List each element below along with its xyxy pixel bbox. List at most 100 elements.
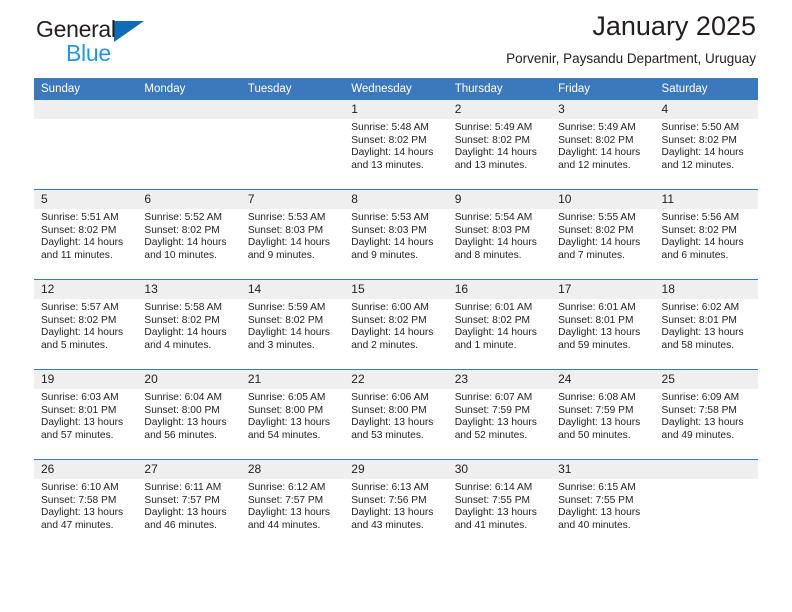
day-number: 7 bbox=[240, 190, 345, 209]
day-number: 1 bbox=[344, 100, 448, 119]
sunset-text: Sunset: 8:01 PM bbox=[558, 314, 634, 326]
calendar-day-cell[interactable]: 31 Sunrise: 6:15 AM Sunset: 7:55 PM Dayligh… bbox=[551, 459, 655, 549]
calendar-day-cell[interactable]: 5 Sunrise: 5:51 AM Sunset: 8:02 PM Daylight… bbox=[34, 189, 138, 280]
daylight-text: Daylight: 14 hours and 6 minutes. bbox=[661, 237, 744, 261]
day-number: 12 bbox=[34, 280, 138, 299]
calendar-day-cell[interactable]: 18 Sunrise: 6:02 AM Sunset: 8:01 PM Dayligh… bbox=[654, 279, 758, 370]
calendar-day-cell[interactable]: 13 Sunrise: 5:58 AM Sunset: 8:02 PM Dayligh… bbox=[137, 279, 241, 370]
day-number: 20 bbox=[137, 370, 241, 389]
day-sun-info: Sunrise: 5:49 AM Sunset: 8:02 PM Daylight:… bbox=[448, 119, 551, 172]
calendar-day-cell[interactable]: 16 Sunrise: 6:01 AM Sunset: 8:02 PM Dayligh… bbox=[447, 279, 552, 370]
sunset-text: Sunset: 8:03 PM bbox=[454, 224, 531, 236]
daylight-text: Daylight: 13 hours and 59 minutes. bbox=[558, 327, 641, 351]
sunrise-text: Sunrise: 6:02 AM bbox=[661, 302, 740, 313]
calendar-day-cell[interactable]: 23 Sunrise: 6:07 AM Sunset: 7:59 PM Dayligh… bbox=[447, 369, 552, 460]
day-number: 2 bbox=[447, 100, 552, 119]
sunrise-text: Sunrise: 5:49 AM bbox=[454, 122, 533, 133]
calendar-day-cell[interactable]: 25 Sunrise: 6:09 AM Sunset: 7:58 PM Dayligh… bbox=[654, 369, 758, 460]
day-number: 28 bbox=[240, 460, 345, 479]
day-sun-info: Sunrise: 5:48 AM Sunset: 8:02 PM Daylight:… bbox=[344, 119, 447, 172]
calendar-day-cell[interactable]: 7 Sunrise: 5:53 AM Sunset: 8:03 PM Daylight… bbox=[240, 189, 345, 280]
calendar-day-cell[interactable]: 10 Sunrise: 5:55 AM Sunset: 8:02 PM Dayligh… bbox=[551, 189, 655, 280]
day-number: 25 bbox=[654, 370, 758, 389]
daylight-text: Daylight: 14 hours and 13 minutes. bbox=[351, 147, 434, 171]
sunset-text: Sunset: 7:55 PM bbox=[558, 494, 634, 506]
day-sun-info: Sunrise: 6:09 AM Sunset: 7:58 PM Daylight:… bbox=[655, 389, 758, 442]
daylight-text: Daylight: 13 hours and 41 minutes. bbox=[454, 507, 537, 531]
weekday-header-wednesday: Wednesday bbox=[344, 78, 448, 100]
sunrise-text: Sunrise: 6:03 AM bbox=[41, 392, 119, 403]
daylight-text: Daylight: 14 hours and 12 minutes. bbox=[558, 147, 641, 171]
calendar-day-cell[interactable]: 17 Sunrise: 6:01 AM Sunset: 8:01 PM Dayligh… bbox=[551, 279, 655, 370]
calendar-day-cell[interactable]: 1 Sunrise: 5:48 AM Sunset: 8:02 PM Daylight… bbox=[344, 100, 448, 190]
daylight-text: Daylight: 14 hours and 11 minutes. bbox=[41, 237, 124, 261]
sunset-text: Sunset: 7:57 PM bbox=[144, 494, 220, 506]
sunset-text: Sunset: 8:02 PM bbox=[454, 314, 531, 326]
weekday-header-monday: Monday bbox=[137, 78, 241, 100]
sunset-text: Sunset: 8:02 PM bbox=[351, 314, 427, 326]
sunset-text: Sunset: 8:02 PM bbox=[144, 224, 220, 236]
calendar-day-cell[interactable]: 30 Sunrise: 6:14 AM Sunset: 7:55 PM Dayligh… bbox=[447, 459, 552, 549]
weekday-header-sunday: Sunday bbox=[34, 78, 138, 100]
day-number bbox=[34, 100, 138, 119]
day-number: 15 bbox=[344, 280, 448, 299]
calendar-day-cell[interactable]: 21 Sunrise: 6:05 AM Sunset: 8:00 PM Dayligh… bbox=[240, 369, 345, 460]
calendar-day-cell[interactable]: 14 Sunrise: 5:59 AM Sunset: 8:02 PM Dayligh… bbox=[240, 279, 345, 370]
calendar-day-cell[interactable]: 19 Sunrise: 6:03 AM Sunset: 8:01 PM Dayligh… bbox=[34, 369, 138, 460]
day-number: 31 bbox=[551, 460, 655, 479]
day-number: 6 bbox=[137, 190, 241, 209]
sunrise-text: Sunrise: 6:05 AM bbox=[247, 392, 326, 403]
daylight-text: Daylight: 13 hours and 57 minutes. bbox=[41, 417, 124, 441]
day-sun-info: Sunrise: 5:50 AM Sunset: 8:02 PM Daylight:… bbox=[655, 119, 758, 172]
sunrise-text: Sunrise: 5:56 AM bbox=[661, 212, 740, 223]
calendar-day-cell[interactable]: 11 Sunrise: 5:56 AM Sunset: 8:02 PM Dayligh… bbox=[654, 189, 758, 280]
daylight-text: Daylight: 13 hours and 44 minutes. bbox=[247, 507, 330, 531]
calendar-day-cell[interactable]: 2 Sunrise: 5:49 AM Sunset: 8:02 PM Daylight… bbox=[447, 100, 552, 190]
daylight-text: Daylight: 14 hours and 10 minutes. bbox=[144, 237, 227, 261]
calendar-day-cell[interactable]: 9 Sunrise: 5:54 AM Sunset: 8:03 PM Daylight… bbox=[447, 189, 552, 280]
sunset-text: Sunset: 7:57 PM bbox=[247, 494, 324, 506]
day-sun-info: Sunrise: 6:11 AM Sunset: 7:57 PM Daylight:… bbox=[137, 479, 240, 532]
calendar-day-cell[interactable]: 27 Sunrise: 6:11 AM Sunset: 7:57 PM Dayligh… bbox=[137, 459, 241, 549]
day-sun-info: Sunrise: 6:03 AM Sunset: 8:01 PM Daylight:… bbox=[34, 389, 137, 442]
day-number: 5 bbox=[34, 190, 138, 209]
day-sun-info: Sunrise: 5:54 AM Sunset: 8:03 PM Daylight:… bbox=[448, 209, 551, 262]
sunset-text: Sunset: 8:02 PM bbox=[144, 314, 220, 326]
calendar-day-cell[interactable]: 15 Sunrise: 6:00 AM Sunset: 8:02 PM Dayligh… bbox=[344, 279, 448, 370]
sunset-text: Sunset: 8:02 PM bbox=[661, 224, 737, 236]
sunrise-text: Sunrise: 6:04 AM bbox=[144, 392, 223, 403]
day-sun-info: Sunrise: 5:59 AM Sunset: 8:02 PM Daylight:… bbox=[241, 299, 344, 352]
sunrise-text: Sunrise: 5:52 AM bbox=[144, 212, 223, 223]
calendar-day-cell[interactable]: 28 Sunrise: 6:12 AM Sunset: 7:57 PM Dayligh… bbox=[240, 459, 345, 549]
daylight-text: Daylight: 13 hours and 49 minutes. bbox=[661, 417, 744, 441]
sunrise-text: Sunrise: 5:54 AM bbox=[454, 212, 533, 223]
sunrise-text: Sunrise: 6:01 AM bbox=[454, 302, 533, 313]
sunset-text: Sunset: 8:03 PM bbox=[351, 224, 427, 236]
daylight-text: Daylight: 14 hours and 4 minutes. bbox=[144, 327, 227, 351]
sunset-text: Sunset: 7:59 PM bbox=[558, 404, 634, 416]
daylight-text: Daylight: 13 hours and 40 minutes. bbox=[558, 507, 641, 531]
calendar-day-cell[interactable]: 6 Sunrise: 5:52 AM Sunset: 8:02 PM Daylight… bbox=[137, 189, 241, 280]
sunset-text: Sunset: 8:01 PM bbox=[41, 404, 117, 416]
calendar-day-cell[interactable]: 3 Sunrise: 5:49 AM Sunset: 8:02 PM Daylight… bbox=[551, 100, 655, 190]
calendar-day-cell[interactable]: 4 Sunrise: 5:50 AM Sunset: 8:02 PM Daylight… bbox=[654, 100, 758, 190]
day-number: 3 bbox=[551, 100, 655, 119]
calendar-day-cell[interactable]: 20 Sunrise: 6:04 AM Sunset: 8:00 PM Dayligh… bbox=[137, 369, 241, 460]
sunrise-text: Sunrise: 5:53 AM bbox=[247, 212, 326, 223]
calendar-week-row: 26 Sunrise: 6:10 AM Sunset: 7:58 PM Dayligh… bbox=[34, 459, 758, 549]
general-blue-logo[interactable]: General Blue bbox=[36, 18, 236, 65]
sunset-text: Sunset: 8:02 PM bbox=[558, 224, 634, 236]
day-sun-info: Sunrise: 5:58 AM Sunset: 8:02 PM Daylight:… bbox=[137, 299, 240, 352]
day-sun-info: Sunrise: 6:01 AM Sunset: 8:02 PM Daylight:… bbox=[448, 299, 551, 352]
calendar-day-cell[interactable]: 8 Sunrise: 5:53 AM Sunset: 8:03 PM Daylight… bbox=[344, 189, 448, 280]
calendar-day-cell[interactable]: 29 Sunrise: 6:13 AM Sunset: 7:56 PM Dayligh… bbox=[344, 459, 448, 549]
daylight-text: Daylight: 13 hours and 47 minutes. bbox=[41, 507, 124, 531]
calendar-day-cell[interactable]: 22 Sunrise: 6:06 AM Sunset: 8:00 PM Dayligh… bbox=[344, 369, 448, 460]
calendar-day-cell-empty bbox=[137, 100, 241, 190]
calendar-day-cell[interactable]: 12 Sunrise: 5:57 AM Sunset: 8:02 PM Dayligh… bbox=[34, 279, 138, 370]
day-number: 27 bbox=[137, 460, 241, 479]
calendar-day-cell[interactable]: 26 Sunrise: 6:10 AM Sunset: 7:58 PM Dayligh… bbox=[34, 459, 138, 549]
calendar-day-cell-empty bbox=[240, 100, 345, 190]
calendar-day-cell[interactable]: 24 Sunrise: 6:08 AM Sunset: 7:59 PM Dayligh… bbox=[551, 369, 655, 460]
calendar-day-cell-empty bbox=[34, 100, 138, 190]
